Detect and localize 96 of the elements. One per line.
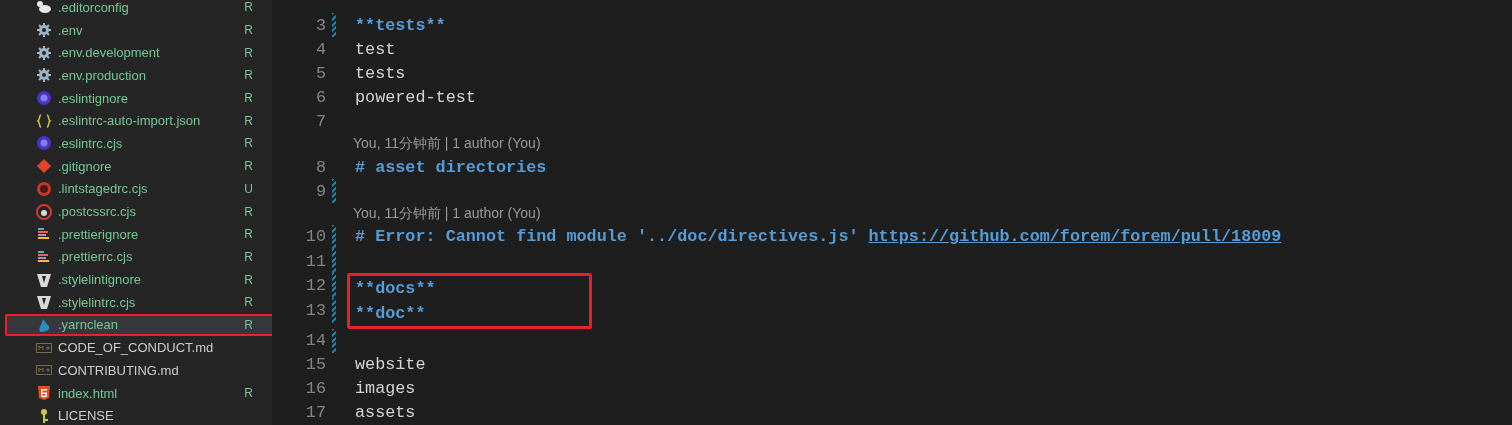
- file-item[interactable]: .stylelintrc.cjs R: [5, 290, 272, 314]
- line-number: 17: [304, 403, 326, 423]
- file-item[interactable]: CONTRIBUTING.md: [5, 359, 272, 382]
- git-status: R: [244, 249, 253, 264]
- git-status: R: [244, 91, 253, 106]
- git-status: U: [244, 181, 253, 196]
- code-line: images: [355, 379, 416, 399]
- file-name: .editorconfig: [58, 0, 130, 15]
- file-item[interactable]: .env R: [5, 18, 272, 42]
- code-line: **docs**: [355, 278, 436, 298]
- line-number: 12: [304, 275, 326, 295]
- git-status: R: [244, 159, 253, 174]
- git-status: R: [244, 317, 253, 332]
- gear-icon: [36, 22, 52, 39]
- file-item[interactable]: .postcssrc.cjs R: [5, 200, 272, 223]
- code-line: website: [355, 355, 426, 375]
- git-status: R: [244, 272, 253, 287]
- file-item[interactable]: LICENSE: [5, 404, 272, 425]
- line-number: 11: [304, 251, 326, 271]
- line-number: 15: [304, 355, 326, 375]
- file-item[interactable]: .env.production R: [5, 64, 272, 87]
- line-number: 4: [314, 39, 326, 59]
- gear-icon: [36, 67, 52, 84]
- file-name: CODE_OF_CONDUCT.md: [58, 340, 215, 356]
- line-number: 14: [304, 331, 326, 351]
- braces-icon: [36, 112, 52, 129]
- line-number: 5: [314, 63, 326, 83]
- file-name: LICENSE: [58, 408, 115, 424]
- git-status: R: [244, 23, 253, 38]
- git-status: R: [244, 68, 253, 83]
- file-name: .lintstagedrc.cjs: [58, 181, 149, 197]
- file-item[interactable]: .gitignore R: [5, 154, 272, 178]
- file-item[interactable]: index.html R: [5, 381, 272, 405]
- line-number: 10: [304, 227, 326, 247]
- mouse-icon: [36, 0, 52, 16]
- line-number: 7: [314, 112, 326, 132]
- shield-icon: [36, 294, 52, 311]
- git-status: R: [244, 204, 253, 219]
- file-item[interactable]: .eslintignore R: [5, 86, 272, 110]
- file-item[interactable]: .prettierrc.cjs R: [5, 245, 272, 269]
- code-line: assets: [355, 403, 416, 423]
- file-name: .env.production: [58, 67, 147, 83]
- line-number: 3: [314, 15, 326, 35]
- file-item[interactable]: .eslintrc-auto-import.json R: [5, 109, 272, 133]
- code-line: **doc**: [355, 303, 426, 323]
- file-name: .gitignore: [58, 158, 113, 174]
- code-line: # Error: Cannot find module '../doc/directives.js': [355, 227, 859, 247]
- file-item[interactable]: .lintstagedrc.cjs U: [5, 177, 272, 201]
- line-number: 13: [304, 300, 326, 320]
- circle-icon: [36, 90, 52, 107]
- code-line: test: [355, 39, 396, 59]
- html-icon: [36, 385, 52, 402]
- file-item[interactable]: .env.development R: [5, 41, 272, 65]
- file-item[interactable]: .prettierignore R: [5, 222, 272, 246]
- file-name: .stylelintignore: [58, 272, 143, 288]
- git-status: R: [244, 386, 253, 401]
- file-name: .eslintrc-auto-import.json: [58, 113, 202, 129]
- file-name: index.html: [58, 385, 119, 401]
- file-item[interactable]: .editorconfig R: [5, 0, 272, 19]
- file-name: .prettierignore: [58, 226, 140, 242]
- file-name: .yarnclean: [58, 317, 119, 333]
- blame-annotation[interactable]: You, 11分钟前 | 1 author (You): [272, 203, 1512, 225]
- file-item[interactable]: .stylelintignore R: [5, 268, 272, 291]
- circle-icon: [36, 135, 52, 152]
- git-status: R: [244, 45, 253, 60]
- git-status: R: [244, 295, 253, 310]
- line-number: 9: [314, 181, 326, 201]
- git-status: R: [244, 136, 253, 151]
- shield-icon: [36, 271, 52, 288]
- link[interactable]: https://github.com/forem/forem/pull/18009: [868, 227, 1282, 247]
- blame-annotation[interactable]: You, 11分钟前 | 1 author (You): [272, 133, 1512, 156]
- line-number: 8: [314, 157, 326, 177]
- file-item[interactable]: CODE_OF_CONDUCT.md: [5, 336, 272, 359]
- file-item[interactable]: .yarnclean R: [5, 313, 272, 337]
- file-name: CONTRIBUTING.md: [58, 362, 180, 378]
- line-number: 16: [304, 379, 326, 399]
- gear-icon: [36, 44, 52, 61]
- file-item[interactable]: .eslintrc.cjs R: [5, 132, 272, 155]
- code-line: # asset directories: [355, 157, 547, 177]
- code-line: tests: [355, 63, 406, 83]
- code-line: powered-test: [355, 87, 476, 107]
- circle-icon: [36, 180, 52, 197]
- git-status: R: [244, 227, 253, 242]
- lines-icon: [36, 248, 52, 265]
- git-status: R: [244, 0, 253, 15]
- file-name: .eslintrc.cjs: [58, 135, 124, 151]
- file-name: .env: [58, 22, 84, 38]
- line-number: 6: [314, 87, 326, 107]
- file-name: .prettierrc.cjs: [58, 249, 134, 265]
- file-name: .eslintignore: [58, 90, 130, 106]
- file-name: .env.development: [58, 45, 161, 61]
- git-status: R: [244, 113, 253, 128]
- circle-icon: [36, 203, 52, 220]
- file-name: .stylelintrc.cjs: [58, 294, 137, 310]
- code-line: **tests**: [355, 15, 446, 35]
- file-name: .postcssrc.cjs: [58, 204, 137, 220]
